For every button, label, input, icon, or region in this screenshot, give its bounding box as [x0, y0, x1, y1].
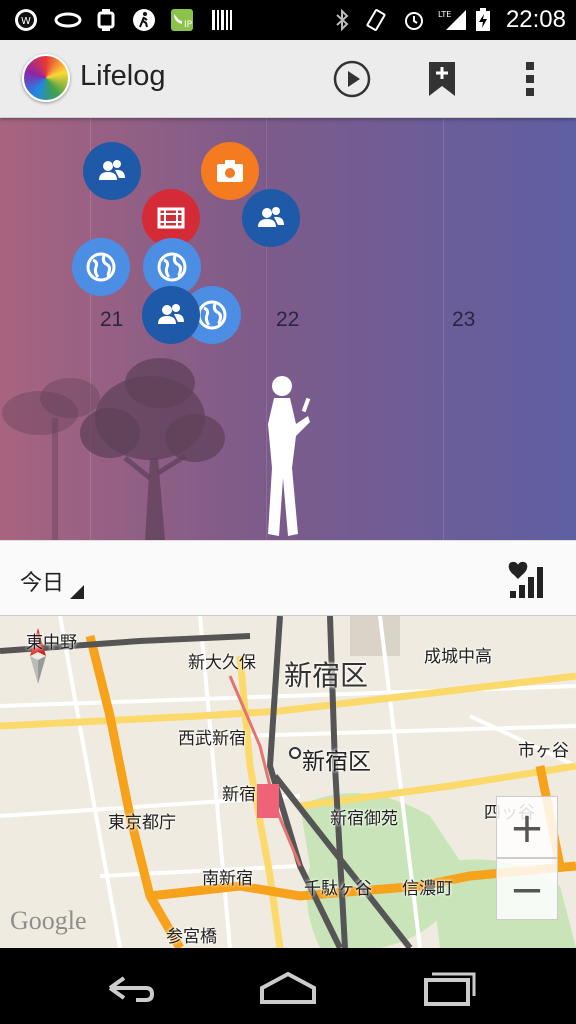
ip-phone-icon: IP — [171, 9, 193, 31]
globe-icon — [197, 300, 227, 330]
clock-time: 22:08 — [505, 6, 566, 33]
add-bookmark-button[interactable] — [418, 55, 466, 103]
recent-apps-icon[interactable] — [416, 968, 480, 1008]
people-icon — [99, 160, 125, 180]
play-button[interactable] — [328, 55, 376, 103]
wristband-icon — [54, 12, 82, 28]
period-selector[interactable]: 今日 — [0, 541, 110, 617]
battery-charging-icon — [476, 8, 490, 31]
map-label: 信濃町 — [402, 879, 453, 899]
w-badge-icon: W — [15, 9, 37, 31]
play-icon — [333, 60, 371, 98]
day-label: 23 — [452, 308, 476, 331]
map-view[interactable]: 東中野 新大久保 新宿区 成城中高 西武新宿 新宿区 市ヶ谷 新宿 新宿御苑 四… — [0, 616, 576, 948]
app-logo-icon[interactable] — [22, 54, 70, 102]
filter-bar: 今日 — [0, 540, 576, 616]
action-bar: Lifelog — [0, 40, 576, 118]
map-label: 南新宿 — [202, 869, 253, 889]
smartwatch-icon — [97, 9, 115, 31]
day-label: 22 — [276, 308, 300, 331]
back-icon[interactable] — [96, 968, 160, 1008]
camera-icon — [217, 160, 243, 182]
map-label: 新宿区 — [302, 749, 371, 775]
zoom-in-button[interactable]: + — [496, 796, 558, 858]
map-label: 新大久保 — [188, 653, 256, 673]
alarm-icon — [405, 12, 423, 30]
globe-icon — [157, 252, 187, 282]
globe-icon — [86, 252, 116, 282]
map-label: 新宿 — [222, 785, 256, 805]
scenery-illustration — [2, 358, 311, 540]
barcode-icon — [212, 10, 232, 30]
social-activity-bubble[interactable] — [242, 189, 300, 247]
map-label: 千駄ヶ谷 — [304, 879, 372, 899]
map-label: 新宿御苑 — [330, 809, 398, 829]
map-label: 成城中高 — [424, 647, 492, 667]
photo-activity-bubble[interactable] — [201, 142, 259, 200]
social-activity-bubble[interactable] — [83, 142, 141, 200]
app-title: Lifelog — [80, 60, 166, 92]
timeline-view[interactable]: 21 22 23 — [0, 118, 576, 540]
overflow-menu-icon — [526, 62, 534, 96]
heart-signal-icon[interactable] — [504, 559, 548, 599]
map-label: 東京都庁 — [108, 813, 176, 833]
overflow-menu-button[interactable] — [506, 55, 554, 103]
period-label: 今日 — [20, 571, 65, 596]
walking-person-icon — [133, 9, 155, 31]
google-logo: Google — [10, 906, 87, 935]
status-bar: W IP LTE 22:08 — [0, 0, 576, 40]
svg-text:IP: IP — [184, 20, 193, 30]
add-bookmark-icon — [429, 62, 455, 96]
map-label: 東中野 — [26, 633, 77, 653]
zoom-out-button[interactable]: − — [496, 858, 558, 920]
navigation-bar — [0, 948, 576, 1024]
person-silhouette — [268, 376, 311, 536]
movie-icon — [157, 207, 185, 229]
dropdown-arrow-icon — [70, 585, 84, 599]
day-label: 21 — [100, 308, 124, 331]
map-label: 市ヶ谷 — [518, 741, 569, 761]
vibrate-icon — [366, 9, 386, 31]
svg-text:LTE: LTE — [438, 10, 451, 19]
people-icon — [258, 207, 284, 227]
bluetooth-icon — [336, 8, 349, 32]
map-label: 新宿区 — [284, 659, 369, 692]
home-icon[interactable] — [256, 968, 320, 1008]
browsing-activity-bubble[interactable] — [72, 238, 130, 296]
map-label: 参宮橋 — [166, 927, 217, 947]
social-activity-bubble[interactable] — [142, 286, 200, 344]
people-icon — [158, 304, 184, 324]
map-label: 西武新宿 — [178, 729, 246, 749]
svg-text:W: W — [21, 16, 31, 27]
lte-signal-icon: LTE — [438, 10, 466, 30]
